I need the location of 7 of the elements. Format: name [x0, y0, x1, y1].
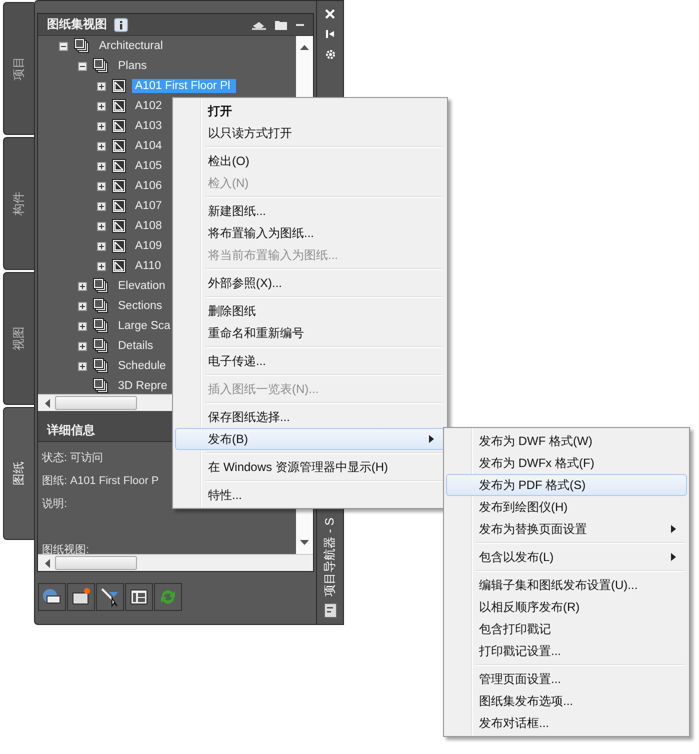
detail-text: 图纸视图:: [42, 543, 90, 558]
details-title: 详细信息: [47, 422, 95, 438]
palette-title: 图纸集视图: [47, 16, 107, 33]
palette-side-title: 项目导航器 - S: [322, 518, 338, 596]
detail-text: 图纸: A101 First Floor P: [42, 474, 159, 489]
detail-text: 状态: 可访问: [42, 450, 104, 466]
detail-text: 说明:: [42, 497, 68, 512]
